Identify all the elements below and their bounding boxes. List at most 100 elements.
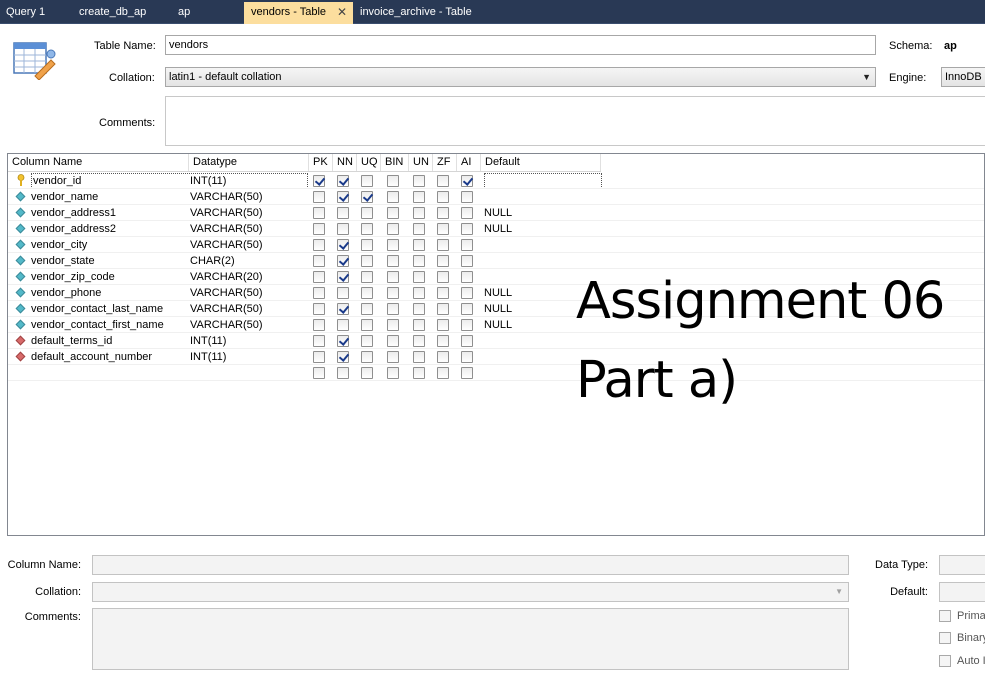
header-un[interactable]: UN (409, 154, 433, 171)
table-comments-textarea[interactable] (165, 96, 985, 146)
nn-checkbox[interactable] (337, 335, 349, 347)
header-default[interactable]: Default (481, 154, 601, 171)
bin-checkbox[interactable] (387, 319, 399, 331)
column-name-cell[interactable]: vendor_id (31, 173, 308, 189)
uq-checkbox[interactable] (361, 319, 373, 331)
bin-checkbox[interactable] (387, 351, 399, 363)
close-icon[interactable]: ✕ (337, 2, 347, 23)
un-checkbox[interactable] (413, 287, 425, 299)
engine-select[interactable]: InnoDB (941, 67, 985, 87)
un-checkbox[interactable] (413, 303, 425, 315)
pk-checkbox[interactable] (313, 303, 325, 315)
column-name-cell[interactable]: vendor_city (31, 237, 87, 253)
column-name-cell[interactable]: vendor_phone (31, 285, 101, 301)
nn-checkbox[interactable] (337, 367, 349, 379)
datatype-cell[interactable]: INT(11) (190, 349, 226, 365)
default-input[interactable] (939, 582, 985, 602)
table-row[interactable]: vendor_city VARCHAR(50) (8, 237, 984, 253)
bin-checkbox[interactable] (387, 223, 399, 235)
column-collation-select[interactable]: ▼ (92, 582, 849, 602)
zf-checkbox[interactable] (437, 319, 449, 331)
pk-checkbox[interactable] (313, 175, 325, 187)
zf-checkbox[interactable] (437, 335, 449, 347)
ai-checkbox[interactable] (461, 367, 473, 379)
zf-checkbox[interactable] (437, 287, 449, 299)
default-cell[interactable]: NULL (484, 285, 512, 301)
pk-checkbox[interactable] (313, 239, 325, 251)
header-zf[interactable]: ZF (433, 154, 457, 171)
uq-checkbox[interactable] (361, 271, 373, 283)
default-cell[interactable]: NULL (484, 301, 512, 317)
nn-checkbox[interactable] (337, 319, 349, 331)
nn-checkbox[interactable] (337, 303, 349, 315)
nn-checkbox[interactable] (337, 271, 349, 283)
uq-checkbox[interactable] (361, 175, 373, 187)
uq-checkbox[interactable] (361, 191, 373, 203)
datatype-cell[interactable]: INT(11) (190, 173, 226, 189)
uq-checkbox[interactable] (361, 303, 373, 315)
column-name-cell[interactable]: vendor_zip_code (31, 269, 115, 285)
ai-checkbox[interactable] (461, 351, 473, 363)
datatype-cell[interactable]: VARCHAR(50) (190, 285, 263, 301)
un-checkbox[interactable] (413, 351, 425, 363)
datatype-cell[interactable]: VARCHAR(50) (190, 205, 263, 221)
bin-checkbox[interactable] (387, 255, 399, 267)
zf-checkbox[interactable] (437, 303, 449, 315)
pk-checkbox[interactable] (313, 271, 325, 283)
default-cell[interactable]: NULL (484, 317, 512, 333)
bin-checkbox[interactable] (387, 207, 399, 219)
pk-checkbox[interactable] (313, 351, 325, 363)
nn-checkbox[interactable] (337, 351, 349, 363)
collation-select[interactable]: latin1 - default collation ▼ (165, 67, 876, 87)
datatype-cell[interactable]: VARCHAR(50) (190, 301, 263, 317)
column-name-cell[interactable]: default_account_number (31, 349, 152, 365)
default-cell[interactable]: NULL (484, 205, 512, 221)
column-name-cell[interactable]: vendor_contact_first_name (31, 317, 164, 333)
bin-checkbox[interactable] (387, 287, 399, 299)
pk-checkbox[interactable] (313, 319, 325, 331)
bin-checkbox[interactable] (387, 271, 399, 283)
un-checkbox[interactable] (413, 255, 425, 267)
ai-checkbox[interactable] (461, 239, 473, 251)
zf-checkbox[interactable] (437, 191, 449, 203)
datatype-cell[interactable]: CHAR(2) (190, 253, 235, 269)
uq-checkbox[interactable] (361, 255, 373, 267)
un-checkbox[interactable] (413, 223, 425, 235)
zf-checkbox[interactable] (437, 207, 449, 219)
tab-query-1[interactable]: Query 1 (6, 0, 45, 24)
column-name-cell[interactable]: vendor_contact_last_name (31, 301, 163, 317)
nn-checkbox[interactable] (337, 239, 349, 251)
uq-checkbox[interactable] (361, 239, 373, 251)
zf-checkbox[interactable] (437, 239, 449, 251)
datatype-cell[interactable]: VARCHAR(50) (190, 221, 263, 237)
pk-checkbox[interactable] (313, 335, 325, 347)
header-column-name[interactable]: Column Name (8, 154, 189, 171)
header-uq[interactable]: UQ (357, 154, 381, 171)
uq-checkbox[interactable] (361, 207, 373, 219)
ai-checkbox[interactable] (461, 223, 473, 235)
data-type-input[interactable] (939, 555, 985, 575)
header-datatype[interactable]: Datatype (189, 154, 309, 171)
datatype-cell[interactable]: VARCHAR(50) (190, 237, 263, 253)
uq-checkbox[interactable] (361, 223, 373, 235)
column-name-input[interactable] (92, 555, 849, 575)
bin-checkbox[interactable] (387, 175, 399, 187)
default-cell[interactable]: NULL (484, 221, 512, 237)
pk-checkbox[interactable] (313, 255, 325, 267)
header-nn[interactable]: NN (333, 154, 357, 171)
default-cell[interactable] (484, 173, 602, 189)
column-name-cell[interactable]: vendor_name (31, 189, 98, 205)
tab-invoice-archive-table[interactable]: invoice_archive - Table (360, 0, 472, 24)
ai-checkbox[interactable] (461, 175, 473, 187)
column-name-cell[interactable]: vendor_state (31, 253, 95, 269)
tab-ap[interactable]: ap (178, 0, 190, 24)
un-checkbox[interactable] (413, 335, 425, 347)
ai-checkbox[interactable] (461, 191, 473, 203)
bin-checkbox[interactable] (387, 239, 399, 251)
bin-checkbox[interactable] (387, 191, 399, 203)
uq-checkbox[interactable] (361, 287, 373, 299)
zf-checkbox[interactable] (437, 255, 449, 267)
header-ai[interactable]: AI (457, 154, 481, 171)
un-checkbox[interactable] (413, 271, 425, 283)
un-checkbox[interactable] (413, 207, 425, 219)
